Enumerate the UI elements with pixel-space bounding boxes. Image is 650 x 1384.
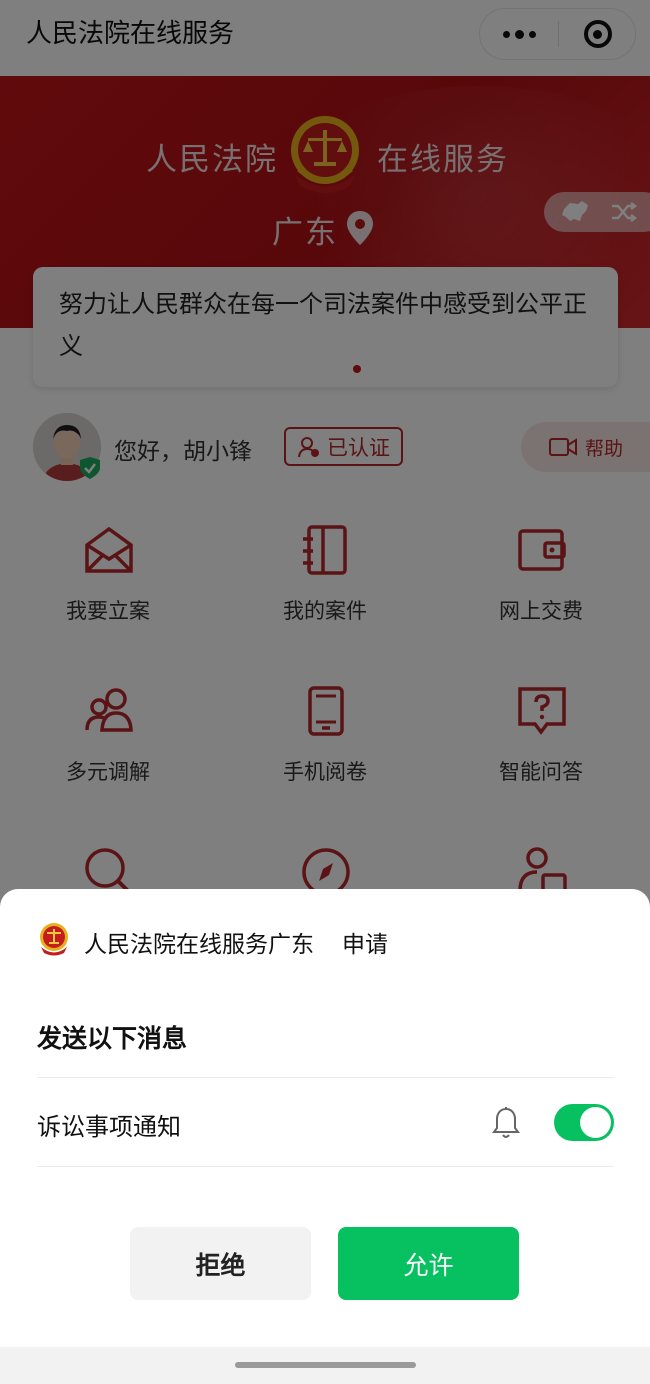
- notification-toggle[interactable]: [554, 1104, 614, 1141]
- notification-item-label: 诉讼事项通知: [37, 1113, 181, 1141]
- reject-button[interactable]: 拒绝: [130, 1227, 311, 1300]
- bell-icon: [492, 1107, 520, 1138]
- toggle-knob: [580, 1107, 611, 1138]
- sheet-heading: 发送以下消息: [37, 1024, 188, 1053]
- divider: [37, 1077, 614, 1078]
- subscribe-message-sheet: 人民法院在线服务广东 申请 发送以下消息 诉讼事项通知 拒绝 允许: [0, 889, 650, 1384]
- request-label: 申请: [342, 932, 388, 958]
- home-indicator[interactable]: [235, 1362, 416, 1368]
- divider: [37, 1166, 614, 1167]
- court-emblem-icon: [40, 923, 68, 956]
- allow-button[interactable]: 允许: [338, 1227, 519, 1300]
- app-name: 人民法院在线服务广东: [84, 932, 314, 958]
